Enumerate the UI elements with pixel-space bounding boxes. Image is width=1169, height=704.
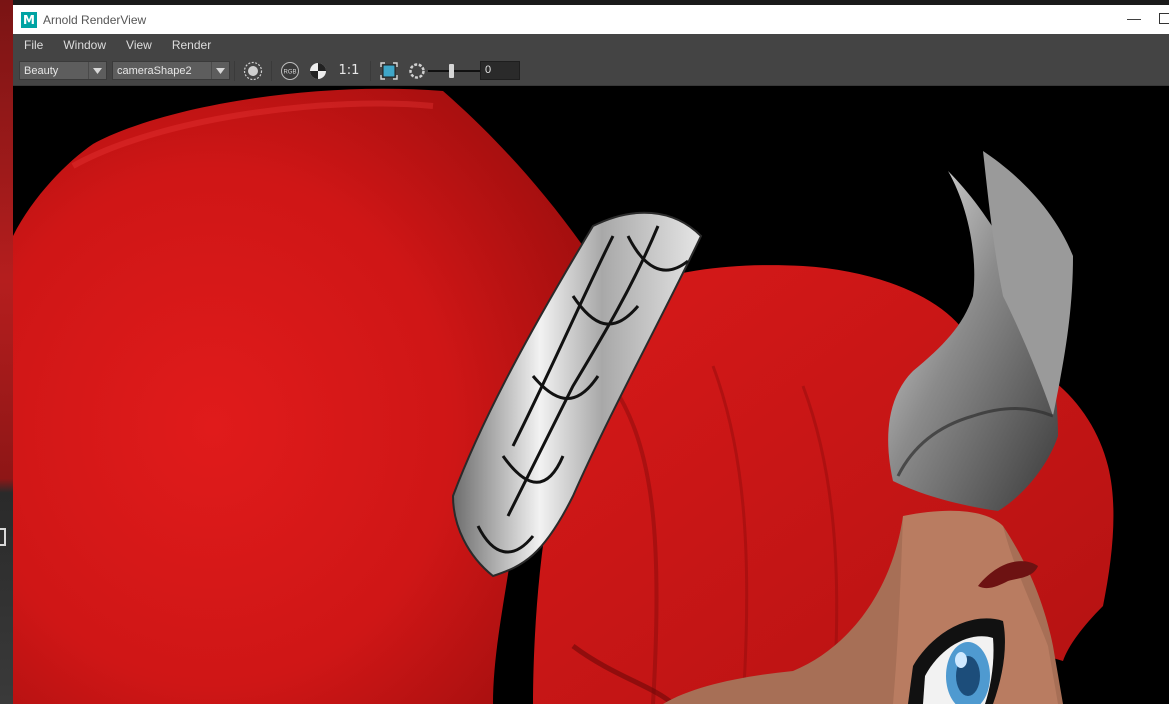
rgb-label: RGB [283, 69, 296, 75]
crop-region-button[interactable] [378, 60, 400, 82]
chevron-down-icon [88, 62, 106, 79]
desktop-background [0, 0, 13, 704]
menu-render[interactable]: Render [161, 38, 220, 52]
menu-view[interactable]: View [115, 38, 161, 52]
aperture-icon [409, 62, 425, 79]
menu-window[interactable]: Window [52, 38, 115, 52]
slider-track [428, 69, 480, 72]
render-button[interactable] [242, 60, 264, 82]
channels-button[interactable]: RGB [279, 60, 301, 82]
menu-bar: File Window View Render [13, 34, 1169, 56]
chevron-down-icon [211, 62, 229, 79]
maximize-button[interactable] [1159, 13, 1169, 24]
minimize-button[interactable]: — [1127, 11, 1141, 25]
record-circle-icon [243, 61, 263, 80]
toolbar-divider [271, 60, 272, 81]
menu-file[interactable]: File [13, 38, 52, 52]
ratio-button[interactable]: 1:1 [335, 60, 363, 82]
half-contrast-icon [310, 62, 326, 79]
camera-dropdown-value: cameraShape2 [117, 64, 192, 77]
crop-region-icon [380, 61, 398, 80]
slider-handle[interactable] [449, 63, 454, 78]
arnold-renderview-window: M Arnold RenderView — File Window View R… [13, 5, 1169, 704]
aov-dropdown-value: Beauty [24, 64, 59, 77]
exposure-button[interactable] [406, 60, 428, 82]
title-bar[interactable]: M Arnold RenderView — [13, 5, 1169, 34]
maya-icon: M [21, 11, 37, 28]
desktop-window-edge [0, 528, 6, 546]
render-image [13, 88, 1114, 704]
exposure-slider[interactable] [428, 61, 480, 81]
toolbar-divider [370, 60, 371, 81]
camera-dropdown[interactable]: cameraShape2 [112, 61, 230, 80]
aov-dropdown[interactable]: Beauty [19, 61, 107, 80]
checker-button[interactable] [307, 60, 329, 82]
exposure-value-field[interactable]: 0 [480, 61, 520, 80]
window-title: Arnold RenderView [43, 12, 147, 27]
toolbar-divider [234, 60, 235, 81]
toolbar: Beauty cameraShape2 RGB 1:1 0 [13, 56, 1169, 86]
rgb-icon: RGB [281, 61, 299, 80]
render-viewport[interactable] [13, 86, 1169, 704]
